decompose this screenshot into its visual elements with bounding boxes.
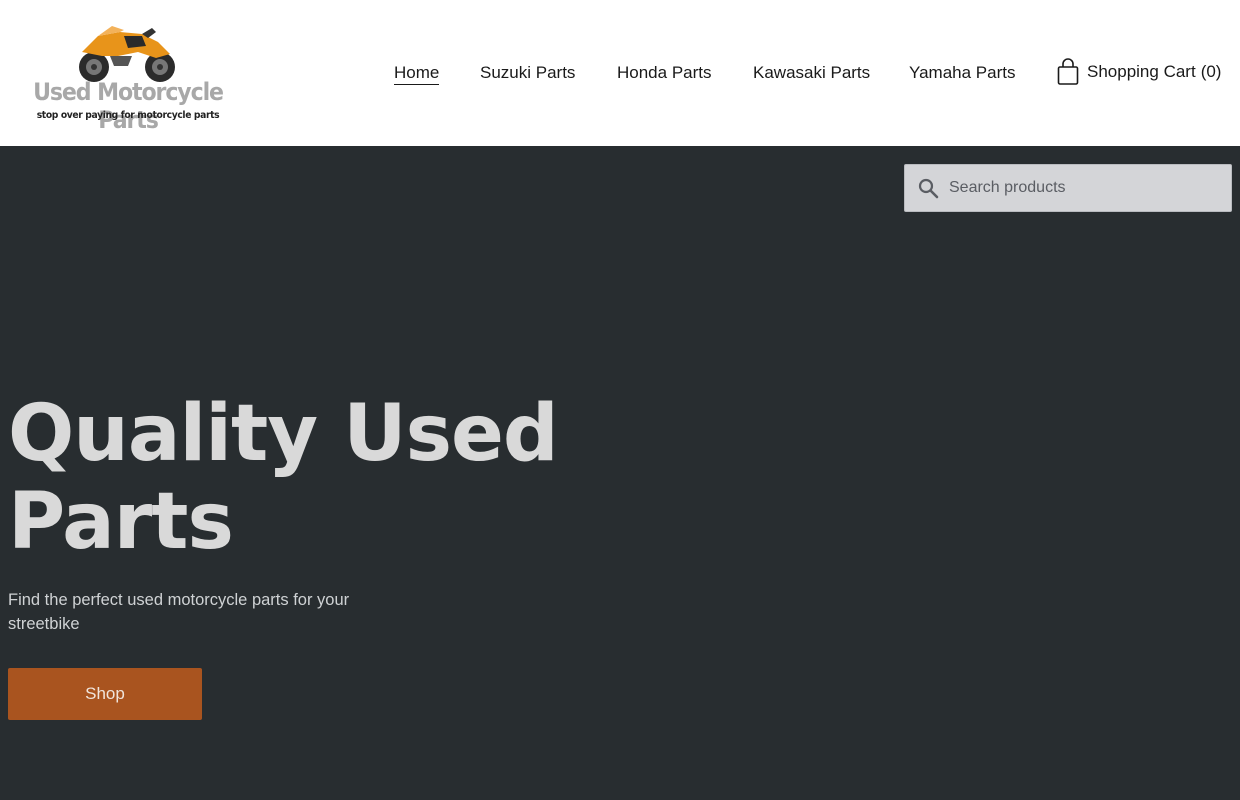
logo-tagline: stop over paying for motorcycle parts <box>36 110 220 121</box>
shopping-cart-link[interactable]: Shopping Cart (0) <box>1056 58 1221 86</box>
nav-item-honda-parts[interactable]: Honda Parts <box>617 62 712 84</box>
site-header: Used Motorcycle Parts stop over paying f… <box>0 0 1240 146</box>
search-box <box>904 164 1232 212</box>
search-input[interactable] <box>949 165 1225 211</box>
site-logo[interactable]: Used Motorcycle Parts stop over paying f… <box>14 22 242 134</box>
nav-item-home[interactable]: Home <box>394 62 440 85</box>
search-icon[interactable] <box>917 177 939 199</box>
hero-subtitle: Find the perfect used motorcycle parts f… <box>8 591 350 633</box>
cart-count: (0) <box>1200 62 1222 81</box>
motorcycle-icon <box>79 26 175 82</box>
nav-item-kawasaki-parts[interactable]: Kawasaki Parts <box>753 62 870 84</box>
shop-button[interactable]: Shop <box>8 668 202 720</box>
cart-label: Shopping Cart <box>1087 62 1196 81</box>
logo-brand-text: Used Motorcycle Parts <box>33 78 224 134</box>
nav-item-suzuki-parts[interactable]: Suzuki Parts <box>480 62 575 84</box>
shopping-bag-icon <box>1057 58 1079 85</box>
nav-item-yamaha-parts[interactable]: Yamaha Parts <box>909 62 1015 84</box>
hero-title: Quality Used Parts <box>8 389 559 567</box>
